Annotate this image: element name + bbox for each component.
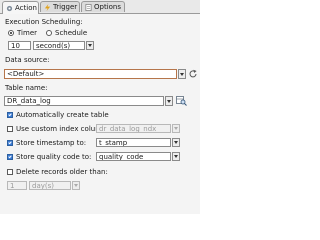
data-source-value: <Default>: [7, 70, 45, 78]
delete-records-checkbox[interactable]: [7, 169, 13, 175]
refresh-icon[interactable]: [189, 69, 198, 79]
quality-dropdown[interactable]: [172, 152, 180, 161]
chevron-down-icon: [174, 155, 178, 158]
custom-index-checkbox[interactable]: [7, 126, 13, 132]
action-gear-icon: [6, 5, 13, 11]
custom-index-label: Use custom index column:: [16, 125, 109, 133]
tab-bar: Action Trigger Options: [0, 0, 200, 14]
quality-value: quality_code: [99, 152, 144, 161]
custom-index-input[interactable]: dr_data_log_ndx: [96, 124, 171, 133]
execution-scheduling-title: Execution Scheduling:: [5, 18, 83, 26]
delete-value-text: 1: [10, 181, 15, 190]
chevron-down-icon: [167, 99, 171, 103]
quality-input[interactable]: quality_code: [96, 152, 171, 161]
data-source-select[interactable]: <Default>: [4, 69, 177, 79]
schedule-radio[interactable]: [46, 30, 52, 36]
timestamp-checkbox[interactable]: [7, 140, 13, 146]
data-source-dropdown[interactable]: [178, 69, 186, 79]
timestamp-value: t_stamp: [99, 138, 128, 147]
chevron-down-icon: [74, 184, 78, 187]
custom-index-dropdown[interactable]: [172, 124, 180, 133]
delete-unit-text: day(s): [32, 181, 54, 190]
interval-value-input[interactable]: 10: [8, 41, 31, 50]
table-name-value: DR_data_log: [7, 97, 51, 105]
tab-trigger-label: Trigger: [53, 3, 78, 11]
timer-radio[interactable]: [8, 30, 14, 36]
table-name-label: Table name:: [5, 84, 48, 92]
schedule-label: Schedule: [55, 29, 88, 37]
timestamp-label: Store timestamp to:: [16, 139, 87, 147]
tab-options[interactable]: Options: [81, 1, 125, 12]
timestamp-input[interactable]: t_stamp: [96, 138, 171, 147]
delete-unit-select[interactable]: day(s): [29, 181, 71, 190]
chevron-down-icon: [174, 141, 178, 144]
chevron-down-icon: [180, 72, 184, 76]
action-panel: Execution Scheduling: Timer Schedule 10 …: [0, 14, 200, 214]
tab-trigger[interactable]: Trigger: [40, 1, 80, 12]
data-source-label: Data source:: [5, 56, 50, 64]
quality-checkbox[interactable]: [7, 154, 13, 160]
delete-unit-dropdown[interactable]: [72, 181, 80, 190]
timestamp-dropdown[interactable]: [172, 138, 180, 147]
tab-action[interactable]: Action: [2, 1, 39, 14]
delete-records-label: Delete records older than:: [16, 168, 108, 176]
table-name-dropdown[interactable]: [165, 96, 173, 106]
interval-unit-text: second(s): [36, 41, 71, 50]
chevron-down-icon: [88, 44, 92, 47]
options-page-icon: [85, 3, 92, 11]
tab-options-label: Options: [94, 3, 122, 11]
timer-label: Timer: [17, 29, 38, 37]
interval-value-text: 10: [11, 41, 20, 50]
table-browse-icon[interactable]: [176, 95, 187, 106]
auto-create-label: Automatically create table: [16, 111, 109, 119]
tab-action-label: Action: [15, 4, 37, 12]
delete-value-input[interactable]: 1: [7, 181, 27, 190]
chevron-down-icon: [174, 127, 178, 130]
table-name-select[interactable]: DR_data_log: [4, 96, 164, 106]
quality-label: Store quality code to:: [16, 153, 92, 161]
interval-unit-dropdown[interactable]: [86, 41, 94, 50]
trigger-lightning-icon: [44, 3, 51, 11]
auto-create-checkbox[interactable]: [7, 112, 13, 118]
custom-index-value: dr_data_log_ndx: [99, 124, 157, 133]
interval-unit-select[interactable]: second(s): [33, 41, 85, 50]
